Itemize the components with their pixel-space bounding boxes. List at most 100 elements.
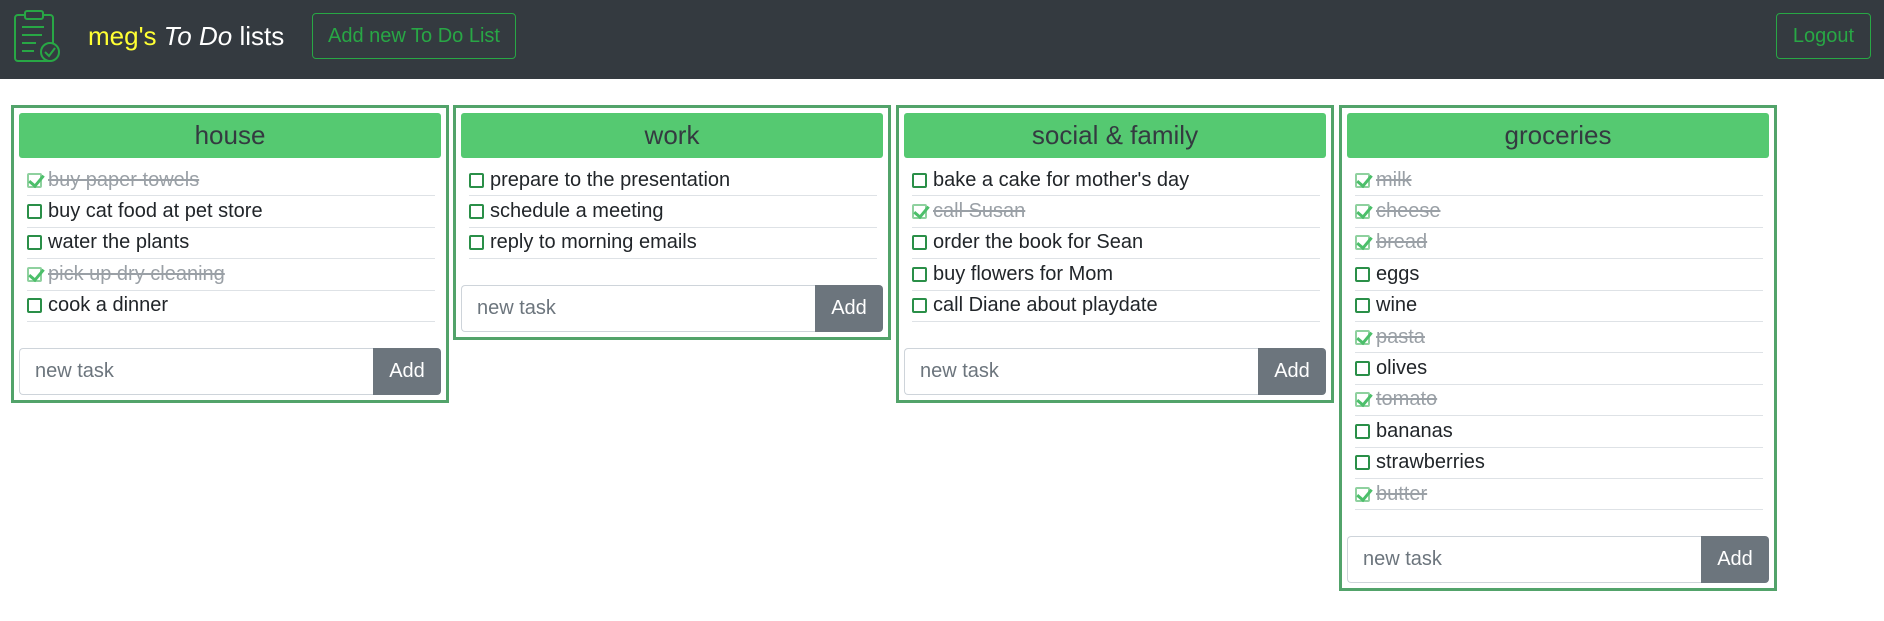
new-task-input[interactable] <box>461 285 815 333</box>
add-new-list-button[interactable]: Add new To Do List <box>312 13 516 59</box>
task-checkbox-checked[interactable] <box>912 204 927 220</box>
task-checkbox-checked[interactable] <box>1355 329 1370 345</box>
add-task-row: Add <box>19 347 441 395</box>
todo-list-card: social & family bake a cake for mother's … <box>896 105 1334 403</box>
task-text[interactable]: prepare to the presentation <box>490 169 730 192</box>
task-text[interactable]: reply to morning emails <box>490 231 697 254</box>
task-item: wine <box>1355 291 1763 322</box>
list-title: groceries <box>1347 113 1769 158</box>
add-task-row: Add <box>1347 536 1769 584</box>
add-task-button[interactable]: Add <box>815 285 883 333</box>
task-list: prepare to the presentation schedule a me… <box>469 165 877 260</box>
task-text[interactable]: buy cat food at pet store <box>48 200 263 223</box>
task-item: tomato <box>1355 385 1763 417</box>
task-item: bread <box>1355 228 1763 260</box>
task-text[interactable]: call Susan <box>933 200 1025 223</box>
task-text[interactable]: cook a dinner <box>48 294 168 317</box>
task-text[interactable]: pick up dry cleaning <box>48 263 225 286</box>
task-item: buy cat food at pet store <box>27 196 435 228</box>
task-item: cook a dinner <box>27 291 435 322</box>
task-item: water the plants <box>27 228 435 260</box>
todo-list-card: house buy paper towels buy cat food at pet… <box>11 105 449 403</box>
new-task-input[interactable] <box>19 347 373 395</box>
task-item: buy paper towels <box>27 165 435 197</box>
task-text[interactable]: buy paper towels <box>48 169 199 192</box>
task-item: strawberries <box>1355 448 1763 479</box>
task-checkbox-checked[interactable] <box>1355 204 1370 220</box>
brand-owner: meg's <box>88 21 157 51</box>
task-checkbox-checked[interactable] <box>1355 172 1370 188</box>
task-text[interactable]: call Diane about playdate <box>933 294 1158 317</box>
task-item: call Susan <box>912 196 1320 228</box>
task-text[interactable]: water the plants <box>48 231 189 254</box>
task-text[interactable]: wine <box>1376 294 1417 317</box>
task-item: buy flowers for Mom <box>912 259 1320 291</box>
task-item: bake a cake for mother's day <box>912 165 1320 197</box>
task-item: bananas <box>1355 416 1763 448</box>
task-checkbox[interactable] <box>469 235 484 251</box>
task-checkbox[interactable] <box>912 298 927 314</box>
task-checkbox[interactable] <box>27 298 42 314</box>
task-checkbox[interactable] <box>1355 455 1370 471</box>
task-checkbox[interactable] <box>1355 298 1370 314</box>
task-item: order the book for Sean <box>912 228 1320 260</box>
task-text[interactable]: pasta <box>1376 326 1425 349</box>
task-text[interactable]: olives <box>1376 357 1427 380</box>
add-task-row: Add <box>461 285 883 333</box>
task-text[interactable]: schedule a meeting <box>490 200 663 223</box>
task-list: bake a cake for mother's day call Susan or… <box>912 165 1320 322</box>
task-text[interactable]: butter <box>1376 483 1427 506</box>
add-task-button[interactable]: Add <box>1701 536 1769 584</box>
task-list: buy paper towels buy cat food at pet stor… <box>27 165 435 322</box>
task-checkbox[interactable] <box>469 204 484 220</box>
task-checkbox[interactable] <box>912 235 927 251</box>
logout-button[interactable]: Logout <box>1776 13 1871 59</box>
task-item: prepare to the presentation <box>469 165 877 197</box>
task-item: pasta <box>1355 322 1763 354</box>
task-checkbox[interactable] <box>912 172 927 188</box>
todo-list-card: work prepare to the presentation schedule … <box>453 105 891 341</box>
task-item: olives <box>1355 353 1763 385</box>
new-task-input[interactable] <box>904 347 1258 395</box>
task-text[interactable]: eggs <box>1376 263 1419 286</box>
task-item: butter <box>1355 479 1763 511</box>
task-text[interactable]: bananas <box>1376 420 1453 443</box>
task-list: milk cheese bread eggs wine pasta olives tomato… <box>1355 165 1763 511</box>
task-checkbox[interactable] <box>469 172 484 188</box>
task-checkbox[interactable] <box>27 235 42 251</box>
task-checkbox[interactable] <box>27 204 42 220</box>
task-text[interactable]: bake a cake for mother's day <box>933 169 1189 192</box>
brand-suffix: lists <box>239 21 285 51</box>
brand-title[interactable]: meg's To Do lists <box>88 20 284 52</box>
add-task-row: Add <box>904 347 1326 395</box>
task-checkbox[interactable] <box>1355 361 1370 377</box>
brand-italic: To Do <box>163 21 233 51</box>
navbar: meg's To Do lists Add new To Do List Log… <box>0 0 1884 79</box>
task-checkbox-checked[interactable] <box>1355 235 1370 251</box>
task-checkbox[interactable] <box>912 266 927 282</box>
task-item: pick up dry cleaning <box>27 259 435 291</box>
task-text[interactable]: buy flowers for Mom <box>933 263 1113 286</box>
task-text[interactable]: cheese <box>1376 200 1441 223</box>
task-checkbox[interactable] <box>1355 266 1370 282</box>
task-text[interactable]: bread <box>1376 231 1427 254</box>
task-checkbox-checked[interactable] <box>1355 486 1370 502</box>
task-item: reply to morning emails <box>469 228 877 260</box>
task-item: milk <box>1355 165 1763 197</box>
add-task-button[interactable]: Add <box>373 347 441 395</box>
task-text[interactable]: milk <box>1376 169 1412 192</box>
task-checkbox[interactable] <box>1355 423 1370 439</box>
task-item: schedule a meeting <box>469 196 877 228</box>
task-item: cheese <box>1355 196 1763 228</box>
task-checkbox-checked[interactable] <box>27 266 42 282</box>
task-checkbox-checked[interactable] <box>27 172 42 188</box>
todo-list-card: groceries milk cheese bread eggs wine pasta oli… <box>1339 105 1777 592</box>
add-task-button[interactable]: Add <box>1258 347 1326 395</box>
new-task-input[interactable] <box>1347 536 1701 584</box>
list-title: house <box>19 113 441 158</box>
clipboard-check-icon[interactable] <box>12 9 62 65</box>
task-text[interactable]: order the book for Sean <box>933 231 1143 254</box>
task-checkbox-checked[interactable] <box>1355 392 1370 408</box>
task-text[interactable]: strawberries <box>1376 451 1485 474</box>
task-text[interactable]: tomato <box>1376 388 1437 411</box>
